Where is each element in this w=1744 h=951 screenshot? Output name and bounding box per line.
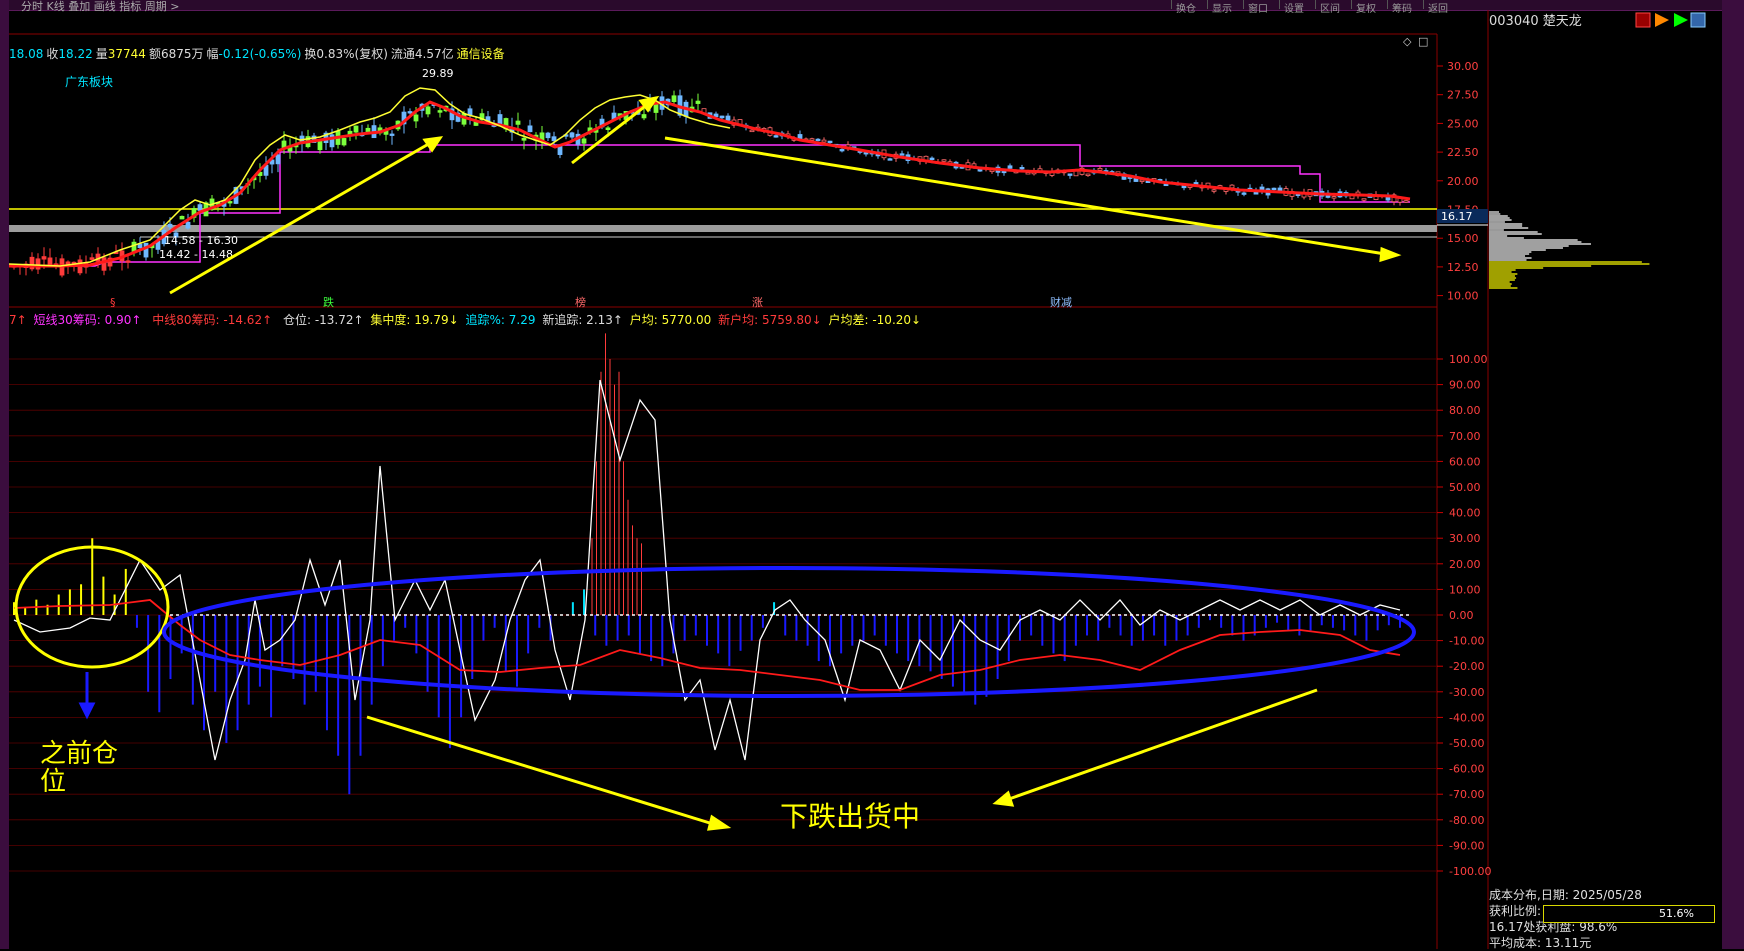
quote-float-cap: 流通4.57亿: [390, 47, 454, 61]
quote-volume-label: 量: [95, 47, 108, 61]
indicator-axis-label: -50.00: [1449, 737, 1484, 750]
indicator-values-line: 7↑ 短线30筹码: 0.90↑ 中线80筹码: -14.62↑ 仓位: -13…: [9, 311, 924, 328]
annotation-before-position-2: 位: [40, 767, 66, 797]
quote-turnover: 换0.83%(复权): [304, 47, 388, 61]
quote-volume: 37744: [107, 47, 146, 61]
ind-avg-diff: 户均差: -10.20↓: [828, 313, 922, 327]
quote-close-label: 收: [46, 47, 59, 61]
price-axis-label: 22.50: [1447, 146, 1479, 159]
ind-new-tracking: 新追踪: 2.13↑: [542, 313, 623, 327]
profit-ratio-value: 51.6%: [1659, 907, 1694, 920]
indicator-axis-label: -30.00: [1449, 686, 1484, 699]
profit-ratio-bar: 51.6%: [1543, 905, 1715, 923]
profit-ratio-row: 获利比例: 51.6%: [1489, 903, 1722, 923]
indicator-axis-label: -70.00: [1449, 788, 1484, 801]
ind-mid80: 中线80筹码: -14.62↑: [152, 313, 273, 327]
event-mark-5[interactable]: 财减: [1050, 295, 1072, 309]
indicator-axis-label: 40.00: [1449, 507, 1481, 520]
profit-ratio-label: 获利比例:: [1489, 904, 1542, 918]
quote-close: 18.22: [58, 47, 93, 61]
ind-new-avg: 新户均: 5759.80↓: [718, 313, 822, 327]
maximize-icon[interactable]: □: [1418, 35, 1428, 48]
price-axis-label: 25.00: [1447, 117, 1479, 130]
price-tag: 16.17: [1441, 210, 1473, 223]
quote-amount-label: 额: [148, 47, 161, 61]
annotation-before-position-1: 之前仓: [40, 739, 118, 769]
cost-date-line: 成本分布,日期: 2025/05/28: [1489, 888, 1642, 902]
blue-down-arrow: [78, 672, 96, 720]
quote-change: -0.12(-0.65%): [218, 47, 302, 61]
indicator-axis-label: -80.00: [1449, 814, 1484, 827]
indicator-axis-label: 0.00: [1449, 609, 1474, 622]
high-marker: 29.89: [422, 67, 454, 80]
quote-line: 18.08 收18.22 量37744 额6875万 幅-0.12(-0.65%) 换0.…: [9, 45, 508, 62]
annotation-falling-shipping: 下跌出货中: [780, 800, 920, 833]
event-mark-1[interactable]: §: [110, 296, 116, 309]
chart-canvas[interactable]: ◇ □ 30.0027.5025.0022.5020.0017.5015.001…: [0, 0, 1744, 949]
quote-amount: 6875万: [160, 47, 204, 61]
indicator-axis-label: -10.00: [1449, 635, 1484, 648]
indicator-axis-label: 100.00: [1449, 353, 1488, 366]
price-axis-label: 10.00: [1447, 290, 1479, 303]
ind-prefix: 7↑: [9, 313, 27, 327]
price-axis-label: 20.00: [1447, 175, 1479, 188]
cost-info-panel: 成本分布,日期: 2025/05/28 获利比例: 51.6% 16.17处获利…: [1489, 887, 1722, 951]
event-mark-2[interactable]: 跌: [323, 295, 334, 309]
price-grid: 30.0027.5025.0022.5020.0017.5015.0012.50…: [1437, 60, 1479, 303]
indicator-axis-label: 70.00: [1449, 430, 1481, 443]
indicator-axis-label: -60.00: [1449, 763, 1484, 776]
settings-icon[interactable]: [1690, 12, 1706, 28]
sector-label[interactable]: 广东板块: [65, 73, 113, 90]
indicator-axis-label: 80.00: [1449, 404, 1481, 417]
indicator-axis-label: 50.00: [1449, 481, 1481, 494]
stock-name: 楚天龙: [1542, 14, 1582, 29]
diamond-icon[interactable]: ◇: [1403, 35, 1412, 48]
ind-concentration: 集中度: 19.79↓: [370, 313, 459, 327]
forward-icon[interactable]: [1674, 13, 1688, 27]
indicator-axis-label: 90.00: [1449, 379, 1481, 392]
price-axis-label: 15.00: [1447, 232, 1479, 245]
indicator-axis-label: -90.00: [1449, 839, 1484, 852]
indicator-axis-label: -100.00: [1449, 865, 1491, 878]
cost-distribution: [1489, 211, 1650, 289]
chart-type-icon[interactable]: [1635, 12, 1651, 28]
indicator-axis-label: 60.00: [1449, 455, 1481, 468]
quote-industry[interactable]: 通信设备: [457, 47, 505, 61]
play-icon[interactable]: [1655, 13, 1669, 27]
event-mark-4[interactable]: 涨: [752, 296, 763, 309]
ind-position: 仓位: -13.72↑: [282, 313, 364, 327]
range-label-1: 14.58 - 16.30: [164, 234, 238, 247]
chart-window: 分时 K线 叠加 画线 指标 周期 > 换仓 显示 窗口 设置 区间 复权 筹码…: [0, 0, 1744, 951]
event-mark-3[interactable]: 榜: [575, 295, 586, 309]
ind-short30: 短线30筹码: 0.90↑: [33, 313, 142, 327]
indicator-axis-label: -40.00: [1449, 711, 1484, 724]
indicator-axis-label: -20.00: [1449, 660, 1484, 673]
ind-avg-holding: 户均: 5770.00: [629, 313, 712, 327]
stock-code: 003040: [1489, 14, 1539, 29]
quote-change-label: 幅: [206, 47, 219, 61]
range-label-2: 14.42 - 14.48: [159, 248, 233, 261]
indicator-axis-label: 20.00: [1449, 558, 1481, 571]
price-axis-label: 12.50: [1447, 261, 1479, 274]
stock-title: 003040 楚天龙: [1489, 10, 1582, 29]
indicator-axis-label: 30.00: [1449, 532, 1481, 545]
price-axis-label: 27.50: [1447, 89, 1479, 102]
profit-ratio-fill: [1544, 906, 1632, 922]
ind-tracking: 追踪%: 7.29: [465, 313, 536, 327]
price-axis-label: 30.00: [1447, 60, 1479, 73]
indicator-axis-label: 10.00: [1449, 583, 1481, 596]
quote-open: 18.08: [9, 47, 44, 61]
